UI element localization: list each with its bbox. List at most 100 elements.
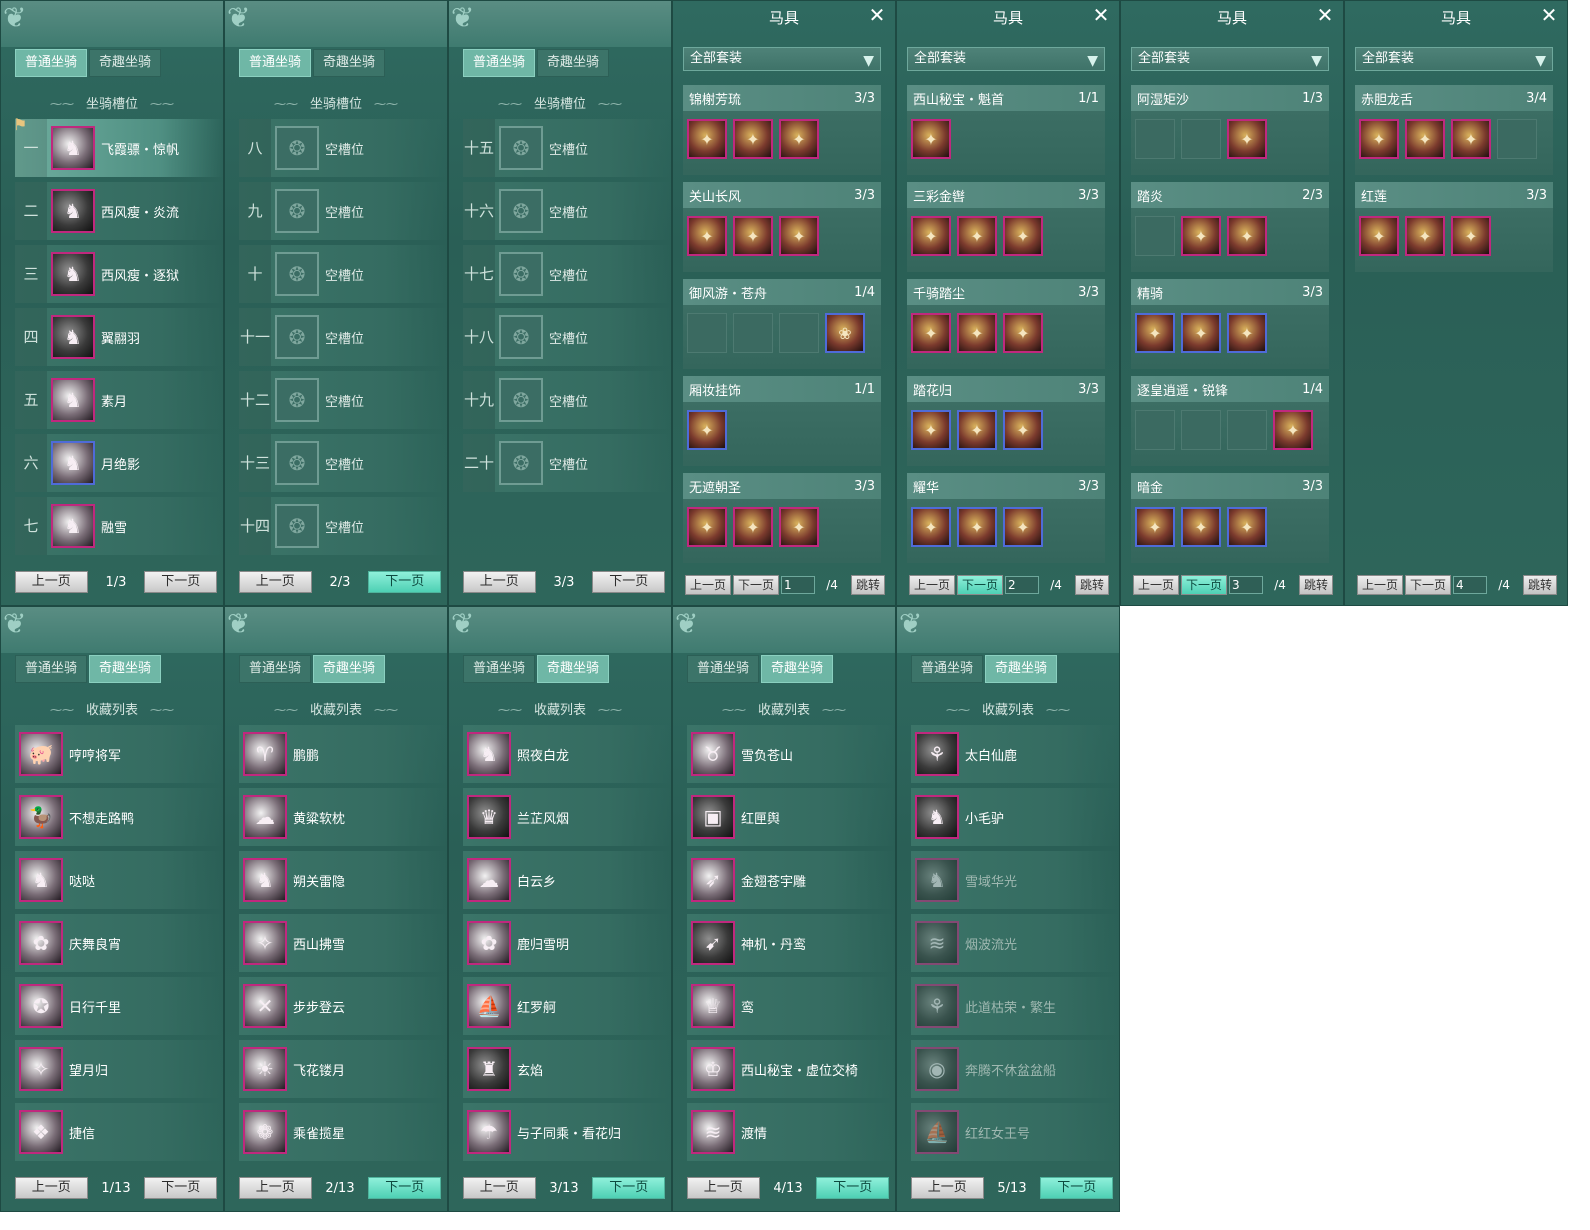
mount-slot[interactable]: 十 ❂ 空槽位: [239, 245, 447, 303]
close-icon[interactable]: ✕: [867, 5, 887, 25]
mount-slot[interactable]: 十三 ❂ 空槽位: [239, 434, 447, 492]
tab-fun-mount[interactable]: 奇趣坐骑: [89, 655, 162, 683]
mount-slot[interactable]: 三 ♞ 西风瘦・逐狱: [15, 245, 223, 303]
prev-page-button[interactable]: 上一页: [911, 1177, 984, 1199]
saddle-item-icon[interactable]: ✦: [687, 216, 727, 256]
saddle-item-icon[interactable]: ✦: [1003, 313, 1043, 353]
prev-page-button[interactable]: 上一页: [463, 1177, 536, 1199]
collection-item[interactable]: ♕ 鸾: [687, 977, 895, 1035]
saddle-item-icon[interactable]: ✦: [911, 119, 951, 159]
page-input[interactable]: 4: [1453, 576, 1488, 594]
mount-slot[interactable]: 二 ♞ 西风瘦・炎流: [15, 182, 223, 240]
saddle-item-icon[interactable]: ✦: [1359, 119, 1399, 159]
tab-normal-mount[interactable]: 普通坐骑: [239, 655, 312, 683]
collection-item[interactable]: ✧ 望月归: [15, 1040, 223, 1098]
saddle-item-icon[interactable]: ✦: [733, 119, 773, 159]
jump-button[interactable]: 跳转: [1298, 575, 1333, 595]
close-icon[interactable]: ✕: [1539, 5, 1559, 25]
page-input[interactable]: 1: [781, 576, 816, 594]
saddle-item-icon[interactable]: ✦: [1181, 507, 1221, 547]
jump-button[interactable]: 跳转: [1522, 575, 1557, 595]
next-page-button[interactable]: 下一页: [1040, 1177, 1113, 1199]
mount-slot[interactable]: 四 ♞ 翼翮羽: [15, 308, 223, 366]
prev-page-button[interactable]: 上一页: [239, 571, 312, 593]
collection-item[interactable]: ⛵ 红红女王号: [911, 1103, 1119, 1161]
saddle-item-icon[interactable]: ✦: [1135, 507, 1175, 547]
collection-item[interactable]: ✧ 西山拂雪: [239, 914, 447, 972]
next-page-button[interactable]: 下一页: [957, 575, 1004, 595]
collection-item[interactable]: ♜ 玄焰: [463, 1040, 671, 1098]
saddle-item-icon[interactable]: ✦: [1003, 410, 1043, 450]
prev-page-button[interactable]: 上一页: [15, 1177, 88, 1199]
collection-item[interactable]: ☁ 白云乡: [463, 851, 671, 909]
collection-item[interactable]: ⚘ 太白仙鹿: [911, 725, 1119, 783]
collection-item[interactable]: ♉ 雪负苍山: [687, 725, 895, 783]
collection-item[interactable]: ♞ 照夜白龙: [463, 725, 671, 783]
saddle-item-icon[interactable]: ✦: [1181, 216, 1221, 256]
jump-button[interactable]: 跳转: [850, 575, 885, 595]
tab-normal-mount[interactable]: 普通坐骑: [15, 49, 88, 77]
saddle-item-icon[interactable]: ✦: [779, 216, 819, 256]
tab-fun-mount[interactable]: 奇趣坐骑: [761, 655, 834, 683]
mount-slot[interactable]: 七 ♞ 融雪: [15, 497, 223, 555]
tab-fun-mount[interactable]: 奇趣坐骑: [537, 49, 610, 77]
prev-page-button[interactable]: 上一页: [239, 1177, 312, 1199]
collection-item[interactable]: ⛵ 红罗舸: [463, 977, 671, 1035]
next-page-button[interactable]: 下一页: [816, 1177, 889, 1199]
saddle-item-icon[interactable]: ❀: [825, 313, 865, 353]
collection-item[interactable]: ♞ 小毛驴: [911, 788, 1119, 846]
saddle-item-icon[interactable]: ✦: [733, 507, 773, 547]
collection-item[interactable]: ➶ 金翅苍宇雕: [687, 851, 895, 909]
tab-fun-mount[interactable]: 奇趣坐骑: [313, 655, 386, 683]
collection-item[interactable]: ❁ 乘雀揽星: [239, 1103, 447, 1161]
tab-normal-mount[interactable]: 普通坐骑: [911, 655, 984, 683]
mount-slot[interactable]: 八 ❂ 空槽位: [239, 119, 447, 177]
collection-item[interactable]: ♛ 兰芷风烟: [463, 788, 671, 846]
collection-item[interactable]: ♞ 朔关雷隐: [239, 851, 447, 909]
saddle-item-icon[interactable]: ✦: [1227, 119, 1267, 159]
mount-slot[interactable]: 十九 ❂ 空槽位: [463, 371, 671, 429]
collection-item[interactable]: ♞ 哒哒: [15, 851, 223, 909]
set-filter-dropdown[interactable]: 全部套装 ▼: [1131, 47, 1329, 71]
tab-normal-mount[interactable]: 普通坐骑: [463, 49, 536, 77]
tab-fun-mount[interactable]: 奇趣坐骑: [89, 49, 162, 77]
saddle-item-icon[interactable]: ✦: [1181, 313, 1221, 353]
set-filter-dropdown[interactable]: 全部套装 ▼: [683, 47, 881, 71]
mount-slot[interactable]: 十二 ❂ 空槽位: [239, 371, 447, 429]
mount-slot[interactable]: ⚑ 一 ♞ 飞霞骠・惊帆: [13, 115, 223, 177]
saddle-item-icon[interactable]: ✦: [1405, 119, 1445, 159]
saddle-item-icon[interactable]: ✦: [911, 313, 951, 353]
collection-item[interactable]: ♔ 西山秘宝・虚位交椅: [687, 1040, 895, 1098]
saddle-item-icon[interactable]: ✦: [687, 119, 727, 159]
collection-item[interactable]: 🐖 哼哼将军: [15, 725, 223, 783]
mount-slot[interactable]: 二十 ❂ 空槽位: [463, 434, 671, 492]
saddle-item-icon[interactable]: ✦: [1405, 216, 1445, 256]
next-page-button[interactable]: 下一页: [733, 575, 780, 595]
next-page-button[interactable]: 下一页: [368, 571, 441, 593]
mount-slot[interactable]: 五 ♞ 素月: [15, 371, 223, 429]
prev-page-button[interactable]: 上一页: [685, 575, 732, 595]
saddle-item-icon[interactable]: ✦: [1227, 507, 1267, 547]
page-input[interactable]: 3: [1229, 576, 1264, 594]
collection-item[interactable]: ⚘ 此道枯荣・繁生: [911, 977, 1119, 1035]
saddle-item-icon[interactable]: ✦: [1003, 507, 1043, 547]
page-input[interactable]: 2: [1005, 576, 1040, 594]
tab-fun-mount[interactable]: 奇趣坐骑: [537, 655, 610, 683]
collection-item[interactable]: ◉ 奔腾不休盆盆船: [911, 1040, 1119, 1098]
saddle-item-icon[interactable]: ✦: [911, 410, 951, 450]
saddle-item-icon[interactable]: ✦: [1273, 410, 1313, 450]
next-page-button[interactable]: 下一页: [592, 571, 665, 593]
saddle-item-icon[interactable]: ✦: [1003, 216, 1043, 256]
tab-normal-mount[interactable]: 普通坐骑: [239, 49, 312, 77]
next-page-button[interactable]: 下一页: [144, 571, 217, 593]
mount-slot[interactable]: 十五 ❂ 空槽位: [463, 119, 671, 177]
close-icon[interactable]: ✕: [1315, 5, 1335, 25]
collection-item[interactable]: ≋ 烟波流光: [911, 914, 1119, 972]
saddle-item-icon[interactable]: ✦: [1451, 119, 1491, 159]
saddle-item-icon[interactable]: ✦: [957, 313, 997, 353]
next-page-button[interactable]: 下一页: [144, 1177, 217, 1199]
next-page-button[interactable]: 下一页: [368, 1177, 441, 1199]
collection-item[interactable]: ✕ 步步登云: [239, 977, 447, 1035]
prev-page-button[interactable]: 上一页: [1357, 575, 1404, 595]
mount-slot[interactable]: 九 ❂ 空槽位: [239, 182, 447, 240]
